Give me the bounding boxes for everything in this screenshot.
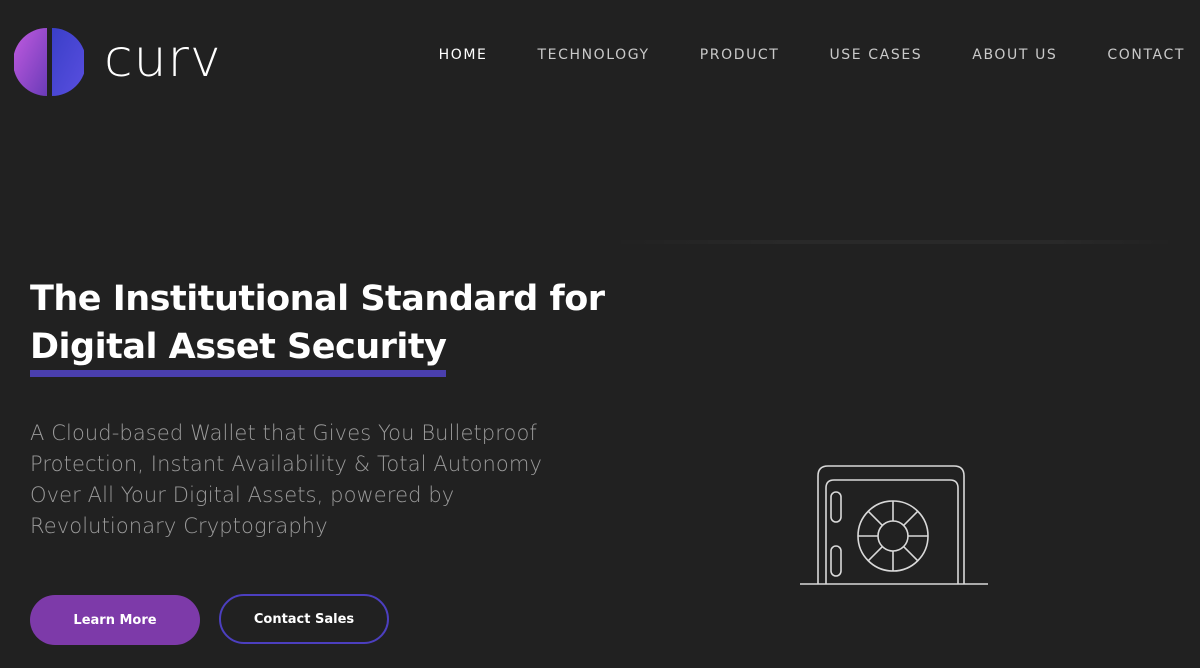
main-nav: HOME TECHNOLOGY PRODUCT USE CASES ABOUT … bbox=[389, 46, 1185, 64]
nav-item-home[interactable]: HOME bbox=[439, 46, 488, 64]
hero-title-line-1: The Institutional Standard for bbox=[30, 279, 605, 319]
brand-name: curv bbox=[104, 29, 222, 89]
vault-safe-icon bbox=[800, 465, 988, 585]
nav-item-use-cases[interactable]: USE CASES bbox=[829, 46, 922, 64]
section-divider bbox=[610, 240, 1175, 244]
nav-item-about-us[interactable]: ABOUT US bbox=[972, 46, 1057, 64]
curv-logo[interactable]: curv bbox=[14, 26, 222, 98]
hero-title: The Institutional Standard for Digital A… bbox=[30, 275, 630, 377]
nav-item-product[interactable]: PRODUCT bbox=[700, 46, 780, 64]
hero-title-line-2: Digital Asset Security bbox=[30, 324, 447, 377]
hero-subtitle: A Cloud-based Wallet that Gives You Bull… bbox=[30, 421, 542, 538]
nav-item-technology[interactable]: TECHNOLOGY bbox=[537, 46, 649, 64]
learn-more-button[interactable]: Learn More bbox=[30, 595, 200, 645]
contact-sales-button[interactable]: Contact Sales bbox=[219, 594, 389, 644]
curv-logo-icon bbox=[14, 28, 84, 96]
nav-item-contact[interactable]: CONTACT bbox=[1107, 46, 1185, 64]
